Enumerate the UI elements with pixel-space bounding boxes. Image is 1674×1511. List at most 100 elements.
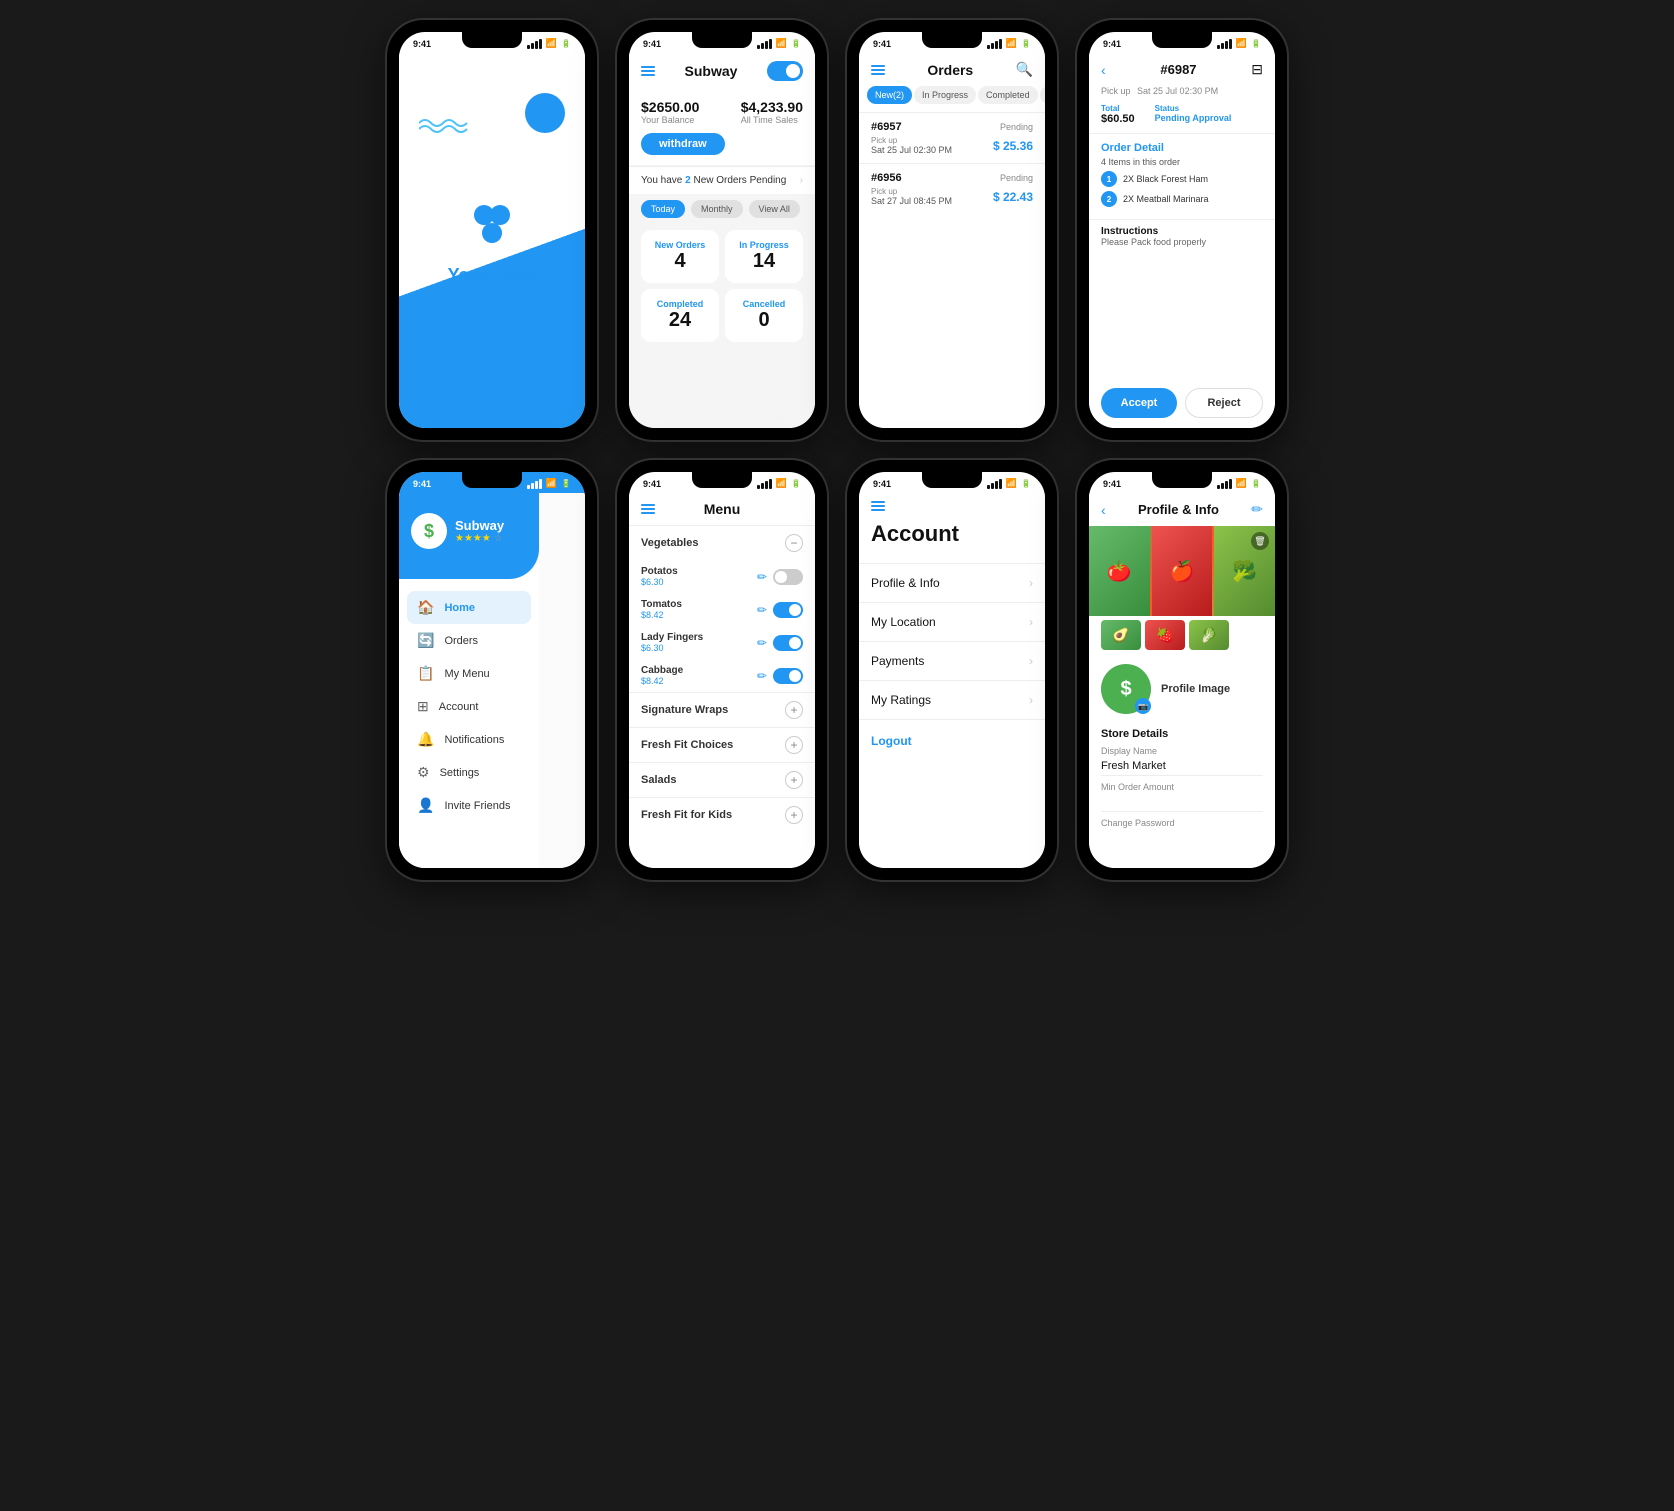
stat-in-progress-value: 14 bbox=[735, 250, 793, 273]
filter-today[interactable]: Today bbox=[641, 200, 685, 218]
sidebar-item-settings[interactable]: ⚙ Settings bbox=[407, 756, 531, 789]
nav-settings-label: Settings bbox=[440, 767, 480, 779]
edit-potatos-icon[interactable]: ✏ bbox=[757, 570, 767, 584]
collapse-vegetables-icon[interactable]: − bbox=[785, 534, 803, 552]
toggle-ladyfingers[interactable] bbox=[773, 635, 803, 651]
filter-viewall[interactable]: View All bbox=[749, 200, 800, 218]
wifi-icon-4: 📶 bbox=[1236, 38, 1247, 49]
edit-cabbage-icon[interactable]: ✏ bbox=[757, 669, 767, 683]
expand-freshfit-icon[interactable]: + bbox=[785, 736, 803, 754]
cabbage-info: Cabbage $8.42 bbox=[641, 665, 683, 686]
menu-screen: Menu Vegetables − Potatos $6.30 ✏ bbox=[629, 493, 815, 868]
display-name-input[interactable] bbox=[1101, 757, 1263, 776]
home-icon: 🏠 bbox=[417, 599, 434, 616]
tab-new[interactable]: New(2) bbox=[867, 86, 912, 104]
menu-item-ladyfingers: Lady Fingers $6.30 ✏ bbox=[629, 626, 815, 659]
category-wraps: Signature Wraps + bbox=[629, 692, 815, 727]
ratings-label: My Ratings bbox=[871, 693, 931, 707]
tomatos-info: Tomatos $8.42 bbox=[641, 599, 682, 620]
order-item-1[interactable]: #6957 Pending Pick up Sat 25 Jul 02:30 P… bbox=[859, 112, 1045, 163]
expand-wraps-icon[interactable]: + bbox=[785, 701, 803, 719]
cabbage-controls: ✏ bbox=[757, 668, 803, 684]
screen-detail-inner: 9:41 📶 🔋 ‹ #6987 ⊟ Pick up Sat 25 bbox=[1089, 32, 1275, 428]
store-info: Subway ★★★★ ☆ bbox=[455, 518, 504, 544]
withdraw-button[interactable]: withdraw bbox=[641, 133, 725, 155]
account-menu-payments[interactable]: Payments › bbox=[859, 641, 1045, 680]
wifi-icon-6: 📶 bbox=[776, 478, 787, 489]
camera-icon[interactable]: 📷 bbox=[1135, 698, 1151, 714]
profile-edit-icon[interactable]: ✏ bbox=[1251, 501, 1263, 518]
sidebar-top: $ Subway ★★★★ ☆ bbox=[399, 493, 539, 579]
tab-in-progress[interactable]: In Progress bbox=[914, 86, 976, 104]
min-order-input[interactable] bbox=[1101, 793, 1263, 812]
toggle-cabbage[interactable] bbox=[773, 668, 803, 684]
instructions-section: Instructions Please Pack food properly bbox=[1089, 219, 1275, 253]
account-menu-location[interactable]: My Location › bbox=[859, 602, 1045, 641]
back-icon[interactable]: ‹ bbox=[1101, 62, 1106, 78]
edit-tomatos-icon[interactable]: ✏ bbox=[757, 603, 767, 617]
pending-chevron: › bbox=[800, 175, 803, 186]
wifi-icon-2: 📶 bbox=[776, 38, 787, 49]
ladyfingers-name: Lady Fingers bbox=[641, 632, 703, 643]
phone-orders: 9:41 📶 🔋 Orders 🔍 bbox=[847, 20, 1057, 440]
account-menu-ratings[interactable]: My Ratings › bbox=[859, 680, 1045, 719]
stat-completed-label: Completed bbox=[651, 299, 709, 309]
signal-1 bbox=[527, 39, 542, 49]
order-detail-title: Order Detail bbox=[1101, 142, 1263, 154]
profile-thumbnails: 🥑 🍓 🥬 bbox=[1089, 620, 1275, 656]
store-stars: ★★★★ ☆ bbox=[455, 533, 504, 544]
orders-hamburger[interactable] bbox=[871, 65, 885, 75]
profile-image-label: Profile Image bbox=[1161, 683, 1230, 695]
time-5: 9:41 bbox=[413, 479, 431, 489]
accept-button[interactable]: Accept bbox=[1101, 388, 1177, 418]
pending-banner[interactable]: You have 2 New Orders Pending › bbox=[629, 166, 815, 194]
expand-salads-icon[interactable]: + bbox=[785, 771, 803, 789]
category-salads: Salads + bbox=[629, 762, 815, 797]
screen-splash-inner: 9:41 📶 🔋 bbox=[399, 32, 585, 428]
account-hamburger[interactable] bbox=[871, 501, 1033, 511]
phone-menu: 9:41 📶 🔋 Menu Vegetables bbox=[617, 460, 827, 880]
pickup-date: Sat 25 Jul 02:30 PM bbox=[1137, 86, 1218, 96]
profile-back-icon[interactable]: ‹ bbox=[1101, 502, 1106, 518]
signal-8 bbox=[1217, 479, 1232, 489]
nav-orders-label: Orders bbox=[444, 635, 478, 647]
account-menu-profile[interactable]: Profile & Info › bbox=[859, 563, 1045, 602]
logout-item[interactable]: Logout bbox=[859, 719, 1045, 762]
hamburger-icon[interactable] bbox=[641, 66, 655, 76]
menu-hamburger[interactable] bbox=[641, 504, 655, 514]
filter-icon[interactable]: ⊟ bbox=[1251, 61, 1263, 78]
order-food-item-1: 1 2X Black Forest Ham bbox=[1101, 171, 1263, 187]
expand-kids-icon[interactable]: + bbox=[785, 806, 803, 824]
wifi-icon-1: 📶 bbox=[546, 38, 557, 49]
edit-ladyfingers-icon[interactable]: ✏ bbox=[757, 636, 767, 650]
tab-completed[interactable]: Completed bbox=[978, 86, 1038, 104]
toggle-potatos[interactable] bbox=[773, 569, 803, 585]
stats-grid: New Orders 4 In Progress 14 Completed 24… bbox=[629, 224, 815, 348]
display-name-field: Display Name bbox=[1101, 746, 1263, 776]
item1-name: 2X Black Forest Ham bbox=[1123, 174, 1208, 184]
search-icon[interactable]: 🔍 bbox=[1016, 61, 1033, 78]
thumb-3: 🥬 bbox=[1189, 620, 1229, 650]
cat5-name: Fresh Fit for Kids bbox=[641, 809, 732, 821]
sidebar-item-menu[interactable]: 📋 My Menu bbox=[407, 657, 531, 690]
reject-button[interactable]: Reject bbox=[1185, 388, 1263, 418]
filter-monthly[interactable]: Monthly bbox=[691, 200, 743, 218]
category-vegetables: Vegetables − bbox=[629, 525, 815, 560]
battery-7: 🔋 bbox=[1021, 479, 1031, 488]
ladyfingers-price: $6.30 bbox=[641, 643, 703, 653]
sidebar-item-invite[interactable]: 👤 Invite Friends bbox=[407, 789, 531, 822]
wifi-icon-5: 📶 bbox=[546, 478, 557, 489]
online-toggle[interactable] bbox=[767, 61, 803, 81]
sidebar-item-notifications[interactable]: 🔔 Notifications bbox=[407, 723, 531, 756]
order-item-2[interactable]: #6956 Pending Pick up Sat 27 Jul 08:45 P… bbox=[859, 163, 1045, 214]
hero-delete-icon[interactable]: 🗑 bbox=[1251, 532, 1269, 550]
sidebar-item-orders[interactable]: 🔄 Orders bbox=[407, 624, 531, 657]
menu-icon: 📋 bbox=[417, 665, 434, 682]
toggle-tomatos[interactable] bbox=[773, 602, 803, 618]
nav-account-label: Account bbox=[439, 701, 479, 713]
splash-logo-icon bbox=[462, 195, 522, 255]
sidebar-item-account[interactable]: ⊞ Account bbox=[407, 690, 531, 723]
sidebar-item-home[interactable]: 🏠 Home bbox=[407, 591, 531, 624]
detail-order-id: #6987 bbox=[1160, 62, 1196, 77]
tab-cancelled[interactable]: Cancelled bbox=[1040, 86, 1045, 104]
